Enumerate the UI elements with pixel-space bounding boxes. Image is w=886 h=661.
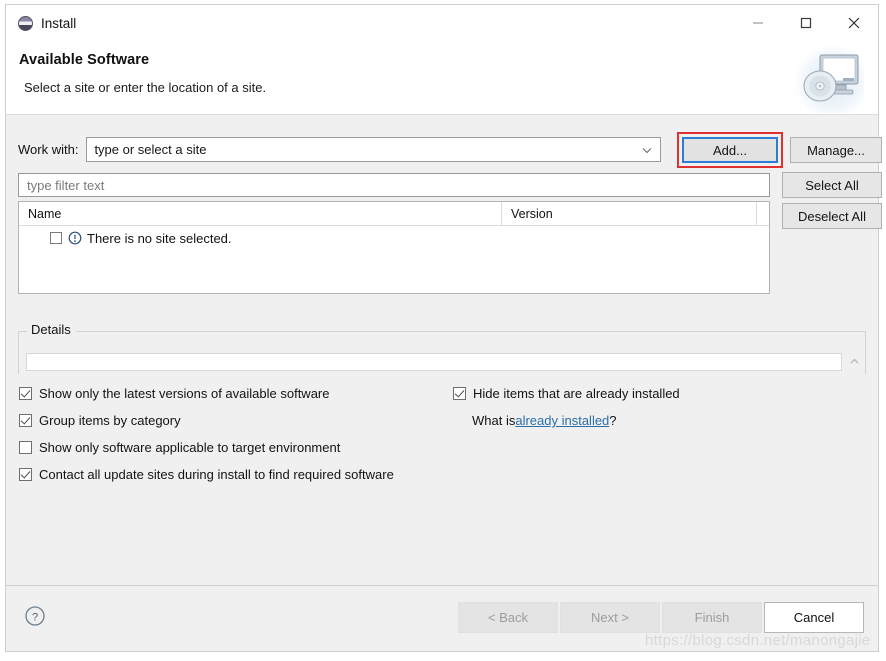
column-header-name[interactable]: Name — [19, 202, 501, 225]
table-row[interactable]: There is no site selected. — [19, 226, 769, 250]
work-with-combo[interactable]: type or select a site — [86, 137, 662, 162]
svg-text:?: ? — [32, 612, 38, 624]
select-all-button[interactable]: Select All — [782, 172, 882, 198]
already-installed-link[interactable]: already installed — [515, 413, 609, 428]
what-is-suffix: ? — [609, 413, 617, 428]
column-header-version[interactable]: Version — [501, 202, 756, 225]
minimize-icon[interactable] — [734, 5, 782, 41]
option-show-latest-versions[interactable]: Show only the latest versions of availab… — [19, 380, 449, 407]
work-with-label: Work with: — [18, 142, 79, 157]
option-label: Hide items that are already installed — [473, 386, 680, 401]
checkbox-contact-all-update-sites[interactable] — [19, 468, 32, 481]
watermark: https://blog.csdn.net/manongajie — [645, 632, 871, 649]
row-checkbox[interactable] — [50, 232, 62, 244]
add-button[interactable]: Add... — [682, 137, 778, 163]
close-icon[interactable] — [830, 5, 878, 41]
option-contact-all-update-sites[interactable]: Contact all update sites during install … — [19, 461, 449, 488]
manage-button[interactable]: Manage... — [790, 137, 882, 163]
option-label: Contact all update sites during install … — [39, 467, 394, 482]
title-bar-left: Install — [6, 15, 77, 31]
window-controls — [734, 5, 878, 41]
what-is-prefix: What is — [472, 413, 516, 428]
option-show-applicable-software[interactable]: Show only software applicable to target … — [19, 434, 449, 461]
checkbox-hide-installed-items[interactable] — [453, 387, 466, 400]
dialog-body: Work with: type or select a site Add... … — [6, 115, 882, 585]
maximize-icon[interactable] — [782, 5, 830, 41]
table-header: Name Version — [19, 202, 769, 226]
options-left-column: Show only the latest versions of availab… — [19, 380, 449, 488]
details-label: Details — [27, 322, 76, 337]
option-hide-installed-items[interactable]: Hide items that are already installed — [453, 380, 853, 407]
back-button[interactable]: < Back — [458, 602, 558, 633]
work-with-value: type or select a site — [94, 142, 207, 157]
footer-buttons: < Back Next > Finish Cancel — [458, 602, 864, 633]
page-title: Available Software — [19, 52, 150, 68]
option-group-items-by-category[interactable]: Group items by category — [19, 407, 449, 434]
filter-input[interactable]: type filter text — [18, 173, 770, 197]
help-circle-icon[interactable]: ? — [24, 605, 46, 627]
options-right-column: Hide items that are already installed Wh… — [453, 380, 853, 434]
eclipse-install-icon — [18, 15, 33, 31]
filter-placeholder: type filter text — [27, 177, 105, 193]
what-is-already-installed: What is already installed ? — [453, 407, 853, 434]
row-name-text: There is no site selected. — [87, 230, 232, 246]
title-bar: Install — [6, 5, 878, 41]
chevron-up-icon[interactable] — [849, 355, 860, 370]
checkbox-show-latest-versions[interactable] — [19, 387, 32, 400]
chevron-down-icon[interactable] — [641, 138, 653, 161]
option-label: Show only software applicable to target … — [39, 440, 341, 455]
computer-cd-icon — [794, 45, 864, 113]
window-title: Install — [41, 15, 77, 31]
page-subtitle: Select a site or enter the location of a… — [24, 80, 267, 95]
column-header-spacer — [756, 202, 769, 225]
details-group: Details — [18, 322, 866, 374]
software-table: Name Version There is no site selected. — [18, 201, 770, 294]
checkbox-group-items-by-category[interactable] — [19, 414, 32, 427]
cancel-button[interactable]: Cancel — [764, 602, 864, 633]
dialog-header: Available Software Select a site or ente… — [6, 41, 878, 115]
deselect-all-button[interactable]: Deselect All — [782, 203, 882, 229]
details-field — [26, 353, 842, 371]
checkbox-show-applicable-software[interactable] — [19, 441, 32, 454]
option-label: Show only the latest versions of availab… — [39, 386, 330, 401]
install-dialog: Install Available Software Select a site… — [5, 4, 882, 652]
info-circle-icon — [68, 231, 82, 245]
option-label: Group items by category — [39, 413, 181, 428]
finish-button[interactable]: Finish — [662, 602, 762, 633]
next-button[interactable]: Next > — [560, 602, 660, 633]
